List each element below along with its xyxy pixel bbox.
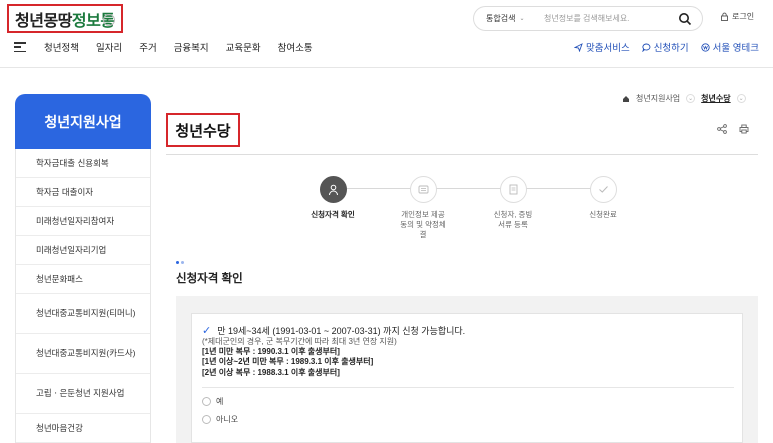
nav-right-links: 맞춤서비스 신청하기 서울 영테크 (573, 40, 759, 54)
user-icon (328, 184, 338, 195)
sidebar-item-transit-card[interactable]: 청년대중교통비지원(카드사) (16, 334, 150, 374)
chevron-down-icon[interactable]: ⌄ (103, 14, 115, 26)
nav-item-policy[interactable]: 청년정책 (44, 40, 79, 54)
step-1: 신청자격 확인 (293, 176, 373, 220)
military-note: (*제대군인의 경우, 군 복무기간에 따라 최대 3년 연장 지원) [1년 … (202, 337, 397, 378)
print-icon[interactable] (739, 124, 749, 134)
custom-service-link[interactable]: 맞춤서비스 (573, 40, 630, 54)
section-title: 신청자격 확인 (176, 273, 243, 285)
sidebar-item-mental-health[interactable]: 청년마음건강 (16, 414, 150, 443)
radio-yes[interactable] (202, 397, 211, 406)
military-rule-2: [1년 이상~2년 미만 복무 : 1989.3.1 이후 출생부터] (202, 357, 374, 367)
seoul-youngtech-link[interactable]: 서울 영테크 (701, 40, 759, 54)
option-no[interactable]: 아니오 (202, 414, 238, 425)
step-3-circle (499, 176, 527, 203)
search-input[interactable] (544, 14, 664, 23)
page-tools (717, 124, 749, 134)
military-rule-3: [2년 이상 복무 : 1988.3.1 이후 출생부터] (202, 367, 340, 377)
card-divider (202, 387, 734, 388)
chevron-down-icon[interactable]: ⌄ (736, 94, 746, 103)
nav-item-finance[interactable]: 금융복지 (174, 40, 209, 54)
step-2-circle (409, 176, 437, 203)
title-divider (166, 154, 758, 155)
step-2-label: 개인정보 제공동의 및 약정체결 (400, 210, 446, 240)
nav-item-housing[interactable]: 주거 (139, 40, 156, 54)
breadcrumb-current[interactable]: 청년수당 (701, 93, 730, 104)
won-icon (701, 42, 710, 52)
sidebar-item-future-job-participant[interactable]: 미래청년일자리참여자 (16, 207, 150, 236)
home-icon[interactable] (622, 95, 630, 103)
breadcrumb-level1[interactable]: 청년지원사업 (636, 93, 680, 104)
apply-link[interactable]: 신청하기 (641, 40, 689, 54)
step-3-label: 신청자, 증빙서류 등록 (493, 210, 533, 230)
search-icon[interactable] (678, 12, 692, 26)
menu-icon[interactable] (14, 42, 26, 52)
logo-text: 청년몽땅정보통 (15, 12, 115, 30)
age-requirement-text: 만 19세~34세 (1991-03-01 ~ 2007-03-31) 까지 신… (217, 326, 466, 336)
main-nav: 청년정책 일자리 주거 금융복지 교육문화 참여소통 (14, 40, 330, 54)
sidebar-title: 청년지원사업 (15, 94, 151, 149)
step-2: 개인정보 제공동의 및 약정체결 (383, 176, 463, 240)
option-yes[interactable]: 예 (202, 396, 223, 407)
step-4-label: 신청완료 (589, 210, 617, 219)
chat-icon (641, 43, 651, 52)
step-4: 신청완료 (563, 176, 643, 220)
site-header: 청년몽땅정보통 ⌄ 통합검색⌄ 로그인 청년정책 일자리 주거 금융복지 교육문… (0, 0, 773, 68)
sidebar-item-culture-pass[interactable]: 청년문화패스 (16, 265, 150, 294)
page-title: 청년수당 (175, 122, 231, 140)
sidebar-item-isolated-youth[interactable]: 고립ㆍ은둔청년 지원사업 (16, 374, 150, 414)
military-rule-1: [1년 미만 복무 : 1990.3.1 이후 출생부터] (202, 347, 340, 357)
lock-icon (721, 12, 728, 21)
step-1-circle (319, 176, 347, 203)
step-indicator: 신청자격 확인 개인정보 제공동의 및 약정체결 신청자, 증빙서류 등록 신청… (303, 176, 643, 246)
chevron-down-icon[interactable]: ⌄ (686, 94, 696, 103)
page-title-box: 청년수당 (166, 113, 240, 147)
sidebar-item-student-loan-credit[interactable]: 학자금대출 신용회복 (16, 149, 150, 178)
age-requirement: ✓ 만 19세~34세 (1991-03-01 ~ 2007-03-31) 까지… (202, 324, 465, 337)
checkmark-icon (598, 186, 608, 193)
step-3: 신청자, 증빙서류 등록 (473, 176, 553, 230)
search-category-select[interactable]: 통합검색 ⌄ (474, 13, 544, 24)
share-icon[interactable] (717, 124, 727, 134)
step-4-circle (589, 176, 617, 203)
search-bar: 통합검색 ⌄ (473, 6, 703, 31)
login-link[interactable]: 로그인 (720, 11, 754, 22)
send-icon (573, 42, 583, 52)
breadcrumb: 청년지원사업 ⌄ 청년수당 ⌄ (622, 93, 746, 104)
site-logo[interactable]: 청년몽땅정보통 ⌄ (7, 4, 123, 33)
radio-no[interactable] (202, 415, 211, 424)
eligibility-panel: ✓ 만 19세~34세 (1991-03-01 ~ 2007-03-31) 까지… (176, 296, 758, 443)
sidebar-item-future-job-company[interactable]: 미래청년일자리기업 (16, 236, 150, 265)
sidebar-menu: 학자금대출 신용회복 학자금 대출이자 미래청년일자리참여자 미래청년일자리기업… (15, 149, 151, 443)
option-no-label: 아니오 (216, 415, 239, 424)
sidebar-item-transit-tmoney[interactable]: 청년대중교통비지원(티머니) (16, 294, 150, 334)
eligibility-card: ✓ 만 19세~34세 (1991-03-01 ~ 2007-03-31) 까지… (191, 313, 743, 443)
sidebar-item-student-loan-interest[interactable]: 학자금 대출이자 (16, 178, 150, 207)
nav-item-education[interactable]: 교육문화 (226, 40, 261, 54)
section-bullet-icon (176, 261, 184, 264)
chevron-down-icon: ⌄ (519, 16, 525, 22)
military-note-text: (*제대군인의 경우, 군 복무기간에 따라 최대 3년 연장 지원) (202, 337, 397, 346)
nav-item-participation[interactable]: 참여소통 (278, 40, 313, 54)
document-icon (509, 184, 517, 195)
option-yes-label: 예 (216, 397, 224, 406)
nav-item-jobs[interactable]: 일자리 (96, 40, 122, 54)
step-1-label: 신청자격 확인 (311, 210, 355, 219)
checkmark-icon: ✓ (202, 325, 212, 337)
card-icon (418, 185, 428, 194)
